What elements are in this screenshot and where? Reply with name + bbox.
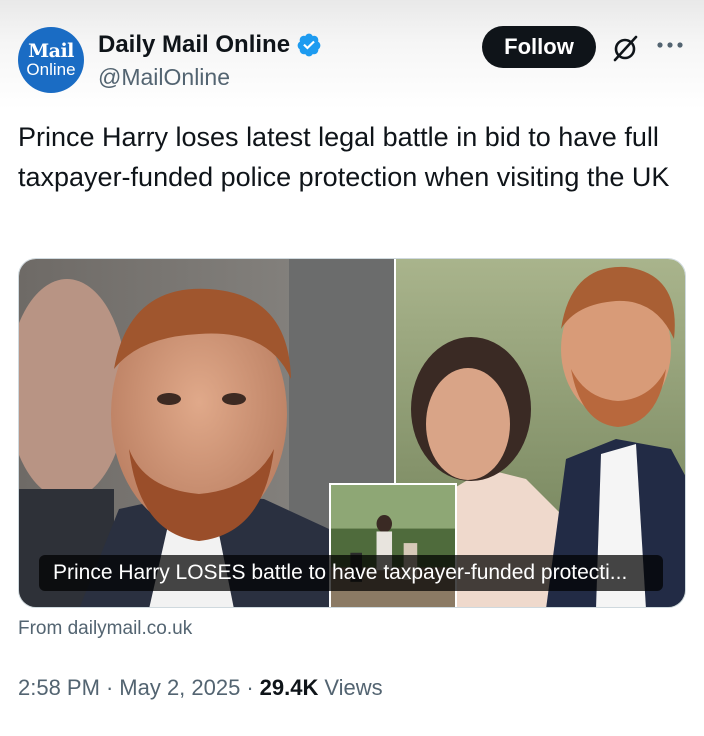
author-handle[interactable]: @MailOnline [98, 64, 230, 91]
tweet-text: Prince Harry loses latest legal battle i… [18, 122, 670, 192]
views-count: 29.4K [259, 675, 319, 700]
views-label: Views [324, 675, 383, 700]
avatar-logo-text: Mail [28, 40, 74, 62]
tweet-time[interactable]: 2:58 PM [18, 675, 100, 701]
author-name-row: Daily Mail Online [98, 31, 322, 59]
tweet-meta: 2:58 PM · May 2, 2025 · 29.4K Views [18, 675, 383, 701]
link-card-media[interactable]: Prince Harry LOSES battle to have taxpay… [18, 258, 686, 608]
meta-separator: · [246, 675, 254, 700]
avatar-logo-subtext: Online [26, 60, 76, 79]
grok-icon[interactable] [611, 33, 641, 63]
tweet-date[interactable]: May 2, 2025 [119, 675, 240, 701]
author-display-name[interactable]: Daily Mail Online [98, 31, 290, 59]
verified-badge-icon [297, 33, 321, 57]
link-source[interactable]: From dailymail.co.uk [18, 618, 192, 640]
more-options-icon[interactable] [653, 30, 687, 60]
link-card-title[interactable]: Prince Harry LOSES battle to have taxpay… [39, 555, 663, 591]
meta-separator: · [105, 675, 114, 700]
avatar[interactable]: Mail Online [18, 27, 84, 93]
follow-button[interactable]: Follow [482, 26, 596, 68]
